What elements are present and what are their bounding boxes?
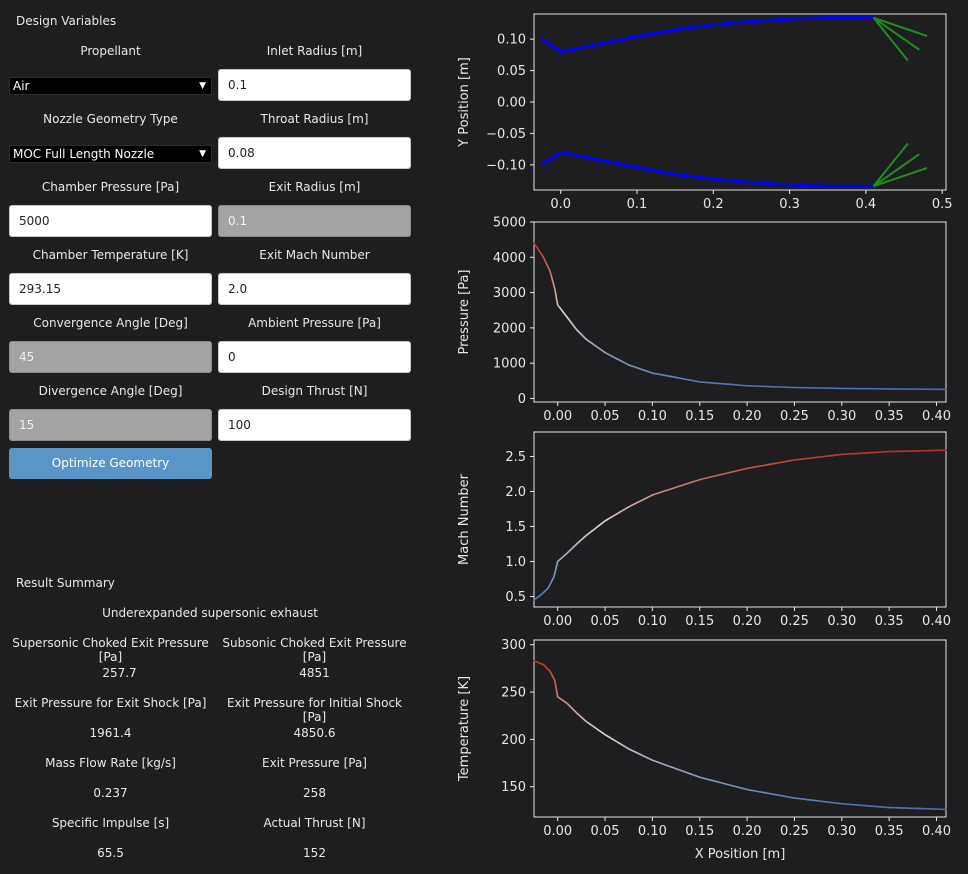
x-tick-label: 0.15 bbox=[685, 614, 714, 629]
x-tick-label: 0.35 bbox=[875, 409, 904, 424]
x-tick-label: 0.20 bbox=[733, 409, 762, 424]
x-tick-label: 0.35 bbox=[875, 614, 904, 629]
series-line bbox=[533, 660, 947, 811]
x-tick-label: 0.40 bbox=[922, 614, 951, 629]
y-tick-label: 0.5 bbox=[505, 590, 526, 605]
x-tick-label: 0.30 bbox=[827, 824, 856, 839]
y-tick-label: 0.00 bbox=[497, 96, 526, 111]
y-tick-label: 200 bbox=[501, 733, 526, 748]
y-tick-label: 0 bbox=[518, 392, 526, 407]
plot-frame bbox=[533, 13, 947, 191]
y-tick-label: 1.5 bbox=[505, 520, 526, 535]
x-tick-label: 0.20 bbox=[733, 614, 762, 629]
plots-canvas: 0.0 0.1 0.2 0.3 0.4 0.5 0.10 0.05 0.00 −0.05 −0.10… bbox=[457, 13, 953, 862]
x-tick-label: 0.2 bbox=[703, 197, 724, 212]
y-tick-label: 5000 bbox=[493, 216, 526, 231]
pressure-chart: 0.00 0.05 0.10 0.15 0.20 0.25 0.30 0.35 0.40 0 100… bbox=[457, 216, 951, 425]
y-tick-label: 0.10 bbox=[497, 33, 526, 48]
y-tick-label: 2.5 bbox=[505, 450, 526, 465]
y-tick-label: −0.10 bbox=[486, 158, 526, 173]
y-axis-label: Y Position [m] bbox=[457, 57, 472, 148]
y-tick-label: 2.0 bbox=[505, 485, 526, 500]
upper-wall-line bbox=[540, 16, 874, 54]
y-axis-label: Pressure [Pa] bbox=[457, 269, 472, 354]
y-tick-label: 1.0 bbox=[505, 555, 526, 570]
y-tick-label: 3000 bbox=[493, 286, 526, 301]
series-line bbox=[533, 242, 947, 391]
y-axis-label: Mach Number bbox=[457, 473, 472, 565]
x-tick-label: 0.10 bbox=[638, 614, 667, 629]
x-tick-label: 0.40 bbox=[922, 409, 951, 424]
x-tick-label: 0.4 bbox=[856, 197, 877, 212]
x-tick-label: 0.20 bbox=[733, 824, 762, 839]
x-tick-label: 0.30 bbox=[827, 614, 856, 629]
x-axis-label: X Position [m] bbox=[695, 847, 786, 862]
x-tick-label: 0.25 bbox=[780, 614, 809, 629]
x-tick-label: 0.05 bbox=[591, 824, 620, 839]
x-tick-label: 0.15 bbox=[685, 409, 714, 424]
y-tick-label: 0.05 bbox=[497, 64, 526, 79]
y-tick-label: −0.05 bbox=[486, 127, 526, 142]
x-tick-label: 0.00 bbox=[543, 824, 572, 839]
mach-number-chart: 0.00 0.05 0.10 0.15 0.20 0.25 0.30 0.35 0.40 0.5 1… bbox=[457, 431, 951, 629]
x-tick-label: 0.05 bbox=[591, 614, 620, 629]
x-tick-label: 0.1 bbox=[627, 197, 648, 212]
x-tick-label: 0.5 bbox=[932, 197, 953, 212]
x-tick-label: 0.10 bbox=[638, 409, 667, 424]
lower-wall-line bbox=[540, 150, 874, 188]
x-tick-label: 0.3 bbox=[779, 197, 800, 212]
x-tick-label: 0.35 bbox=[875, 824, 904, 839]
nozzle-contour-chart: 0.0 0.1 0.2 0.3 0.4 0.5 0.10 0.05 0.00 −0.05 −0.10… bbox=[457, 13, 953, 212]
plot-frame bbox=[533, 431, 947, 608]
y-tick-label: 150 bbox=[501, 780, 526, 795]
y-tick-label: 4000 bbox=[493, 251, 526, 266]
y-tick-label: 250 bbox=[501, 686, 526, 701]
x-tick-label: 0.25 bbox=[780, 409, 809, 424]
y-tick-label: 2000 bbox=[493, 321, 526, 336]
x-tick-label: 0.40 bbox=[922, 824, 951, 839]
x-tick-label: 0.0 bbox=[550, 197, 571, 212]
series-line bbox=[533, 449, 947, 601]
y-tick-label: 300 bbox=[501, 638, 526, 653]
x-tick-label: 0.10 bbox=[638, 824, 667, 839]
temperature-chart: 0.00 0.05 0.10 0.15 0.20 0.25 0.30 0.35 0.40 150 2… bbox=[457, 638, 951, 862]
x-tick-label: 0.05 bbox=[591, 409, 620, 424]
x-tick-label: 0.00 bbox=[543, 614, 572, 629]
x-tick-label: 0.30 bbox=[827, 409, 856, 424]
x-tick-label: 0.00 bbox=[543, 409, 572, 424]
y-axis-label: Temperature [K] bbox=[457, 676, 472, 782]
x-tick-label: 0.15 bbox=[685, 824, 714, 839]
y-tick-label: 1000 bbox=[493, 357, 526, 372]
plot-frame bbox=[533, 221, 947, 403]
x-tick-label: 0.25 bbox=[780, 824, 809, 839]
